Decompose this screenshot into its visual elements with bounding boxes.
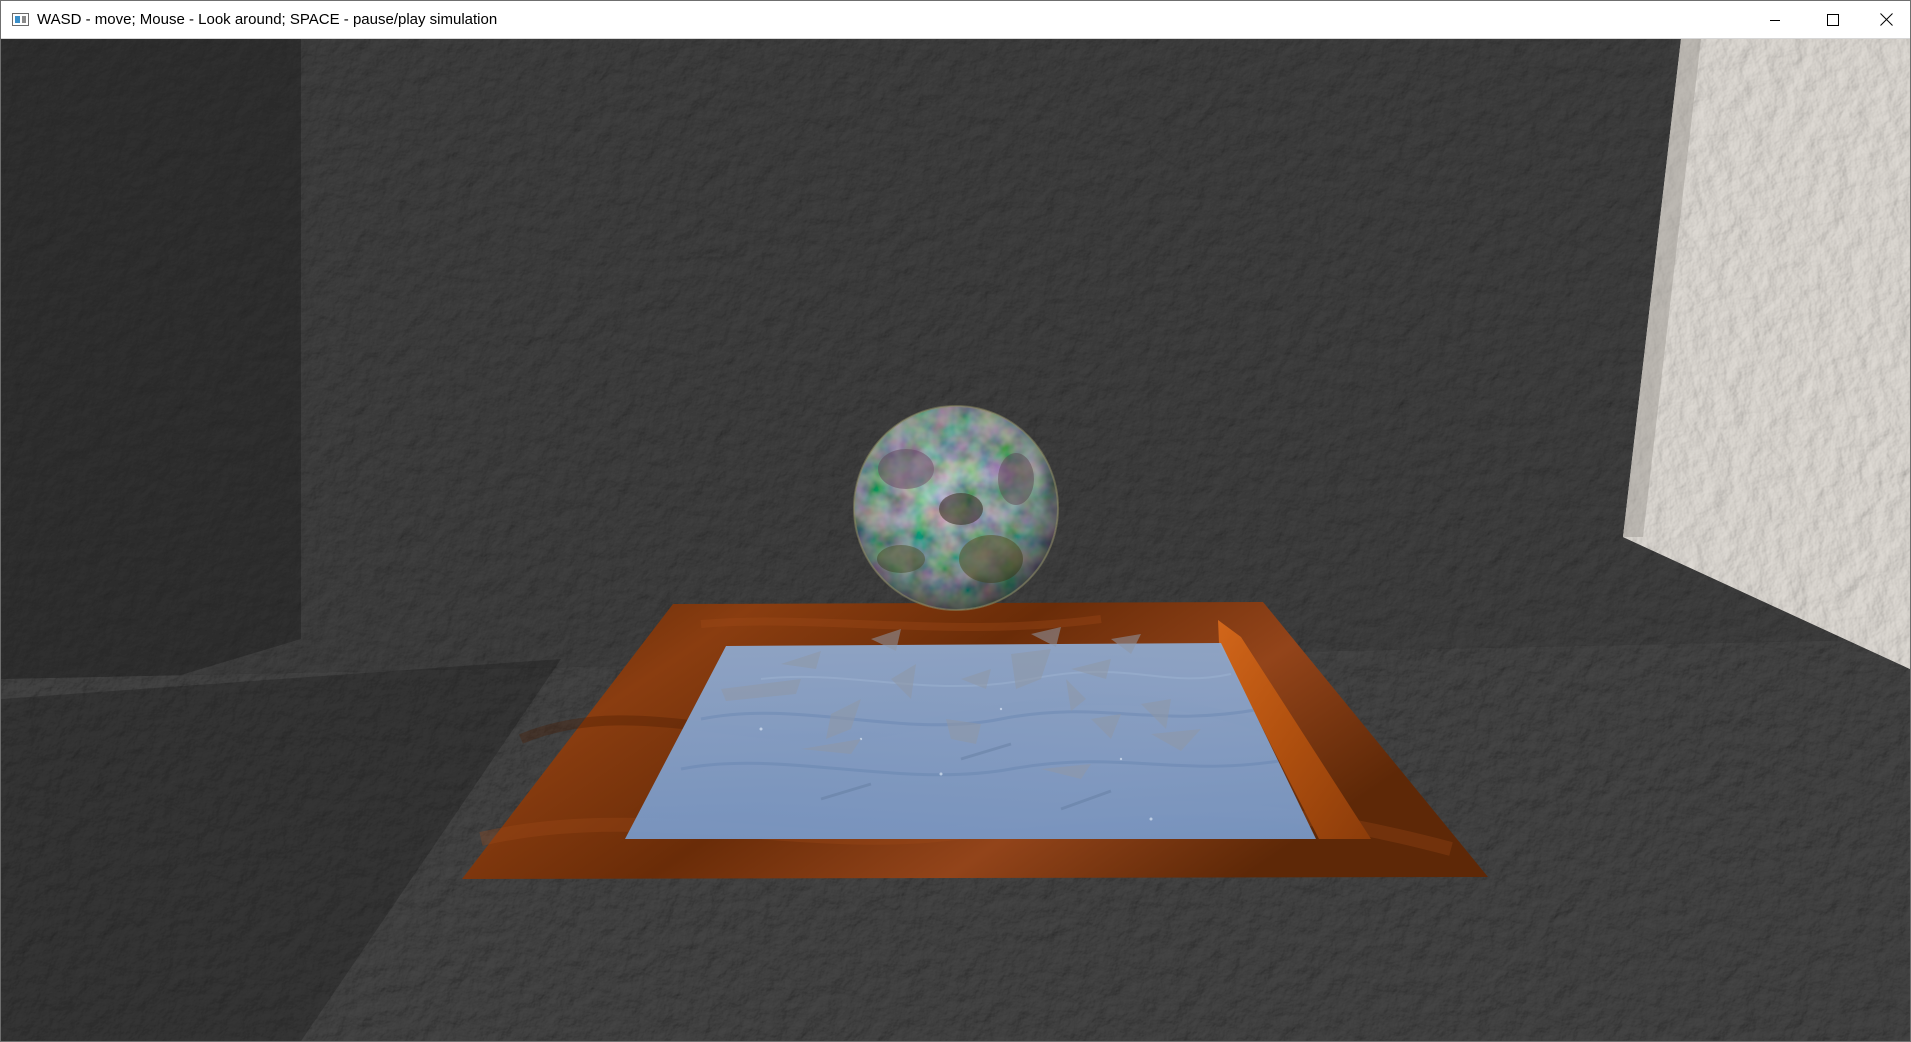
close-button[interactable]: [1862, 1, 1910, 38]
maximize-icon: [1827, 13, 1839, 26]
window-title: WASD - move; Mouse - Look around; SPACE …: [37, 11, 498, 28]
planet-sphere: [853, 405, 1059, 611]
maximize-button[interactable]: [1804, 1, 1862, 38]
app-window-icon: [12, 13, 29, 26]
minimize-icon: [1770, 19, 1780, 21]
app-window: WASD - move; Mouse - Look around; SPACE …: [0, 0, 1911, 1042]
3d-viewport[interactable]: [1, 39, 1910, 1041]
close-icon: [1879, 13, 1893, 26]
minimize-button[interactable]: [1746, 1, 1804, 38]
title-bar[interactable]: WASD - move; Mouse - Look around; SPACE …: [1, 1, 1910, 39]
left-wall: [1, 39, 301, 729]
